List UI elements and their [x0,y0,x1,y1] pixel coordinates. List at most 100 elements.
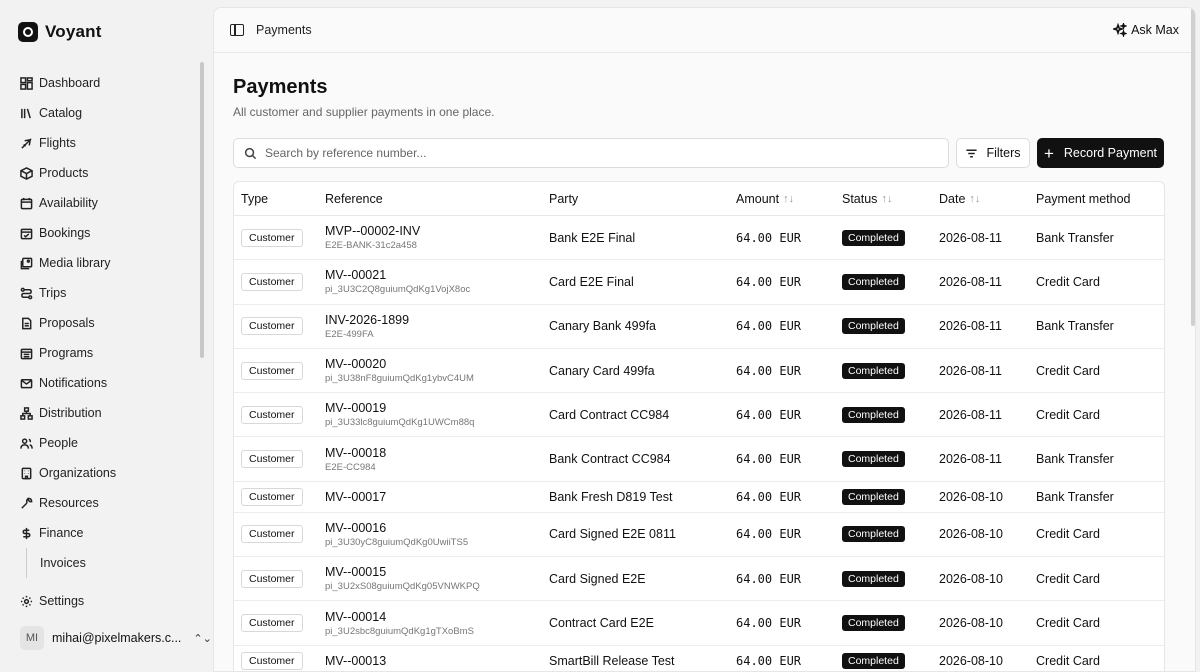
sidebar-item-distribution[interactable]: Distribution [0,398,200,428]
user-menu[interactable]: MI mihai@pixelmakers.c... ⌃⌄ [20,626,212,650]
type-cell: Customer [234,614,325,633]
sidebar-item-resources[interactable]: Resources [0,488,200,518]
toolbar: Filters + Record Payment [233,138,1165,168]
reference-cell[interactable]: MV--00020 pi_3U38nF8guiumQdKg1ybvC4UM [325,357,549,384]
table-row[interactable]: Customer MVP--00002-INV E2E-BANK-31c2a458 B… [234,216,1164,261]
page-title: Payments [233,76,328,98]
sidebar-item-label: Settings [39,594,85,608]
date-cell: 2026-08-10 [939,653,1003,668]
header-label: Party [549,191,579,206]
ask-max-label: Ask Max [1131,23,1179,37]
table-row[interactable]: Customer MV--00019 pi_3U33lc8guiumQdKg1UWC… [234,393,1164,438]
sidebar-item-dashboard[interactable]: Dashboard [0,68,200,98]
party-cell: Bank Contract CC984 [549,452,671,467]
payment-method-cell: Bank Transfer [1036,319,1114,334]
sidebar-nav: Dashboard Catalog Flights Products Avail… [0,68,200,616]
scrollbar-thumb[interactable] [1191,8,1195,326]
header-label: Reference [325,191,383,206]
reference-cell[interactable]: MV--00016 pi_3U30yC8guiumQdKg0UwiiTS5 [325,521,549,548]
sidebar-item-products[interactable]: Products [0,158,200,188]
type-badge: Customer [241,361,303,380]
status-cell: Completed [842,652,939,669]
table-row[interactable]: Customer MV--00017 Bank Fresh D819 Test 64.… [234,482,1164,513]
sidebar-item-people[interactable]: People [0,428,200,458]
search-input[interactable] [265,146,915,160]
search-box[interactable] [233,138,949,168]
type-cell: Customer [234,525,325,544]
sidebar-item-bookings[interactable]: Bookings [0,218,200,248]
reference-cell[interactable]: INV-2026-1899 E2E-499FA [325,313,549,340]
payment-method-cell: Bank Transfer [1036,230,1114,245]
reference-cell[interactable]: MV--00017 [325,490,549,504]
reference-number: MV--00017 [325,489,387,504]
table-row[interactable]: Customer MV--00018 E2E-CC984 Bank Contract … [234,437,1164,482]
sidebar-item-media-library[interactable]: Media library [0,248,200,278]
reference-external-id: pi_3U3C2Q8guiumQdKg1VojX8oc [325,284,471,296]
reference-external-id: pi_3U30yC8guiumQdKg0UwiiTS5 [325,536,469,548]
reference-cell[interactable]: MV--00015 pi_3U2xS08guiumQdKg05VNWKPQ [325,565,549,592]
reference-cell[interactable]: MV--00014 pi_3U2sbc8guiumQdKg1gTXoBmS [325,610,549,637]
sidebar-item-availability[interactable]: Availability [0,188,200,218]
table-row[interactable]: Customer MV--00020 pi_3U38nF8guiumQdKg1ybv… [234,349,1164,394]
party-cell: SmartBill Release Test [549,653,675,668]
status-cell: Completed [842,570,939,587]
status-badge: Completed [842,229,905,246]
table-row[interactable]: Customer MV--00016 pi_3U30yC8guiumQdKg0Uwi… [234,513,1164,558]
reference-number: MV--00014 [325,609,387,624]
column-header-date[interactable]: Date ↑↓ [939,192,1036,206]
reference-number: MV--00016 [325,520,387,535]
type-badge: Customer [241,525,303,544]
reference-cell[interactable]: MV--00021 pi_3U3C2Q8guiumQdKg1VojX8oc [325,268,549,295]
brand[interactable]: Voyant [18,22,102,42]
reference-cell[interactable]: MV--00013 [325,654,549,668]
table-row[interactable]: Customer MV--00014 pi_3U2sbc8guiumQdKg1gTX… [234,601,1164,646]
sidebar-item-flights[interactable]: Flights [0,128,200,158]
table-row[interactable]: Customer INV-2026-1899 E2E-499FA Canary Ban… [234,305,1164,349]
sidebar-item-programs[interactable]: Programs [0,338,200,368]
gear-icon [19,594,33,608]
table-row[interactable]: Customer MV--00021 pi_3U3C2Q8guiumQdKg1Voj… [234,260,1164,305]
sidebar-item-settings[interactable]: Settings [0,586,200,616]
table-body: Customer MVP--00002-INV E2E-BANK-31c2a458 B… [234,216,1164,671]
amount-cell: 64.00 EUR [736,319,802,334]
main-scrollbar[interactable] [1189,8,1195,671]
table-row[interactable]: Customer MV--00013 SmartBill Release Test 6… [234,646,1164,671]
sidebar-item-label: Media library [39,256,111,270]
reference-external-id: E2E-499FA [325,328,374,340]
reference-external-id: E2E-BANK-31c2a458 [325,240,417,252]
status-badge: Completed [842,362,905,379]
status-cell: Completed [842,526,939,543]
user-email: mihai@pixelmakers.c... [52,631,182,645]
sidebar-scrollbar[interactable] [200,62,204,358]
top-bar: Payments Ask Max [214,8,1195,53]
type-badge: Customer [241,450,303,469]
reference-cell[interactable]: MV--00018 E2E-CC984 [325,446,549,473]
sidebar-item-trips[interactable]: Trips [0,278,200,308]
record-payment-button[interactable]: + Record Payment [1037,138,1164,168]
sidebar-item-organizations[interactable]: Organizations [0,458,200,488]
dashboard-icon [19,76,33,90]
column-header-amount[interactable]: Amount ↑↓ [736,192,842,206]
people-icon [19,436,33,450]
sidebar-item-proposals[interactable]: Proposals [0,308,200,338]
ask-max-button[interactable]: Ask Max [1113,23,1179,37]
sidebar-item-notifications[interactable]: Notifications [0,368,200,398]
table-row[interactable]: Customer MV--00015 pi_3U2xS08guiumQdKg05VN… [234,557,1164,602]
status-cell: Completed [842,229,939,246]
toggle-sidebar-icon[interactable] [230,24,244,36]
type-badge: Customer [241,651,303,670]
reference-cell[interactable]: MVP--00002-INV E2E-BANK-31c2a458 [325,224,549,251]
sidebar-item-finance[interactable]: Finance [0,518,200,548]
party-cell: Card Contract CC984 [549,407,670,422]
sidebar: Voyant Dashboard Catalog Flights Product… [0,0,212,672]
column-header-type: Type [234,192,325,206]
reference-cell[interactable]: MV--00019 pi_3U33lc8guiumQdKg1UWCm88q [325,401,549,428]
sidebar-subitem-invoices[interactable]: Invoices [26,548,200,578]
chevron-up-down-icon: ⌃⌄ [193,632,212,645]
column-header-status[interactable]: Status ↑↓ [842,192,939,206]
sidebar-item-catalog[interactable]: Catalog [0,98,200,128]
filters-button[interactable]: Filters [956,138,1030,168]
sidebar-item-label: Bookings [39,226,91,240]
wrench-icon [19,496,33,510]
header-label: Date [939,191,966,206]
